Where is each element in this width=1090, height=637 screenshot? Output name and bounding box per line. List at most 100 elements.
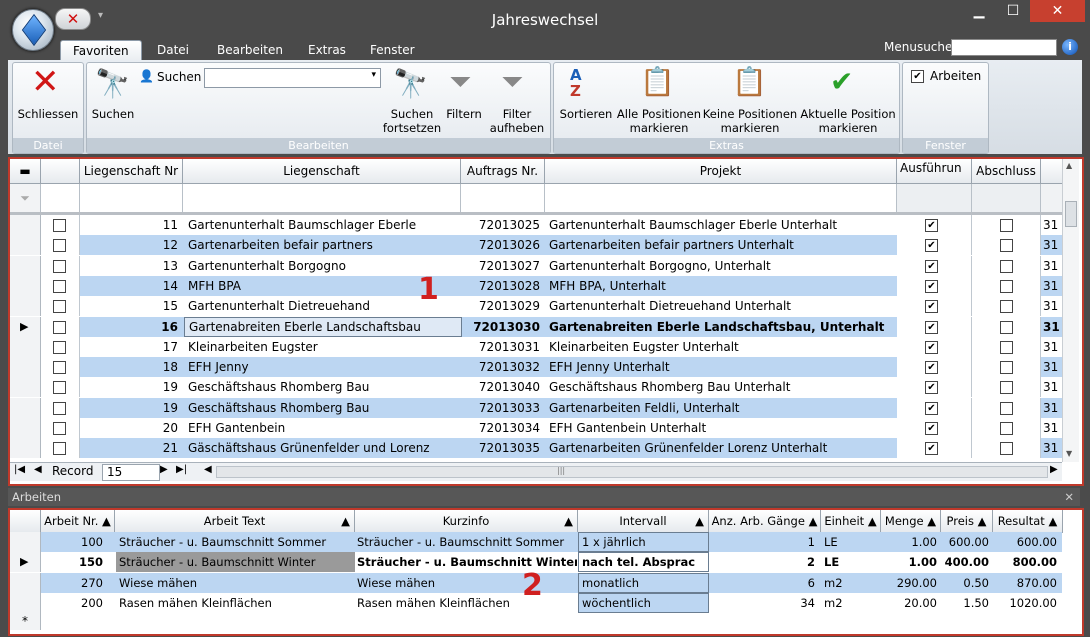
abschluss-checkbox[interactable] [1000,401,1013,415]
header-liegenschaft[interactable]: Liegenschaft [183,159,461,184]
table-row[interactable]: ▶ 16 Gartenabreiten Eberle Landschaftsbau 7… [10,316,1062,337]
table-row[interactable]: 13 Gartenunterhalt Borgogno 72013027 Garten… [10,255,1062,276]
header-menge[interactable]: Menge ▲ [881,510,941,533]
cell-kurzinfo[interactable]: Sträucher - u. Baumschnitt Sommer [357,532,577,552]
cell-anz-gaenge[interactable]: 6 [709,573,815,593]
arbeiten-checkbox[interactable]: ✔ [911,70,924,83]
cell-anz-gaenge[interactable]: 1 [709,532,815,552]
cell-liegenschaft-nr[interactable]: 20 [80,418,178,438]
table-row[interactable]: 14 MFH BPA 72013028 MFH BPA, Unterhalt ✔ 31 [10,275,1062,297]
app-menu-button[interactable] [12,9,54,51]
cell-auftrags-nr[interactable]: 72013040 [461,377,540,397]
header-resultat[interactable]: Resultat ▲ [993,510,1063,533]
schliessen-button[interactable]: Schliessen [13,107,83,121]
cell-resultat[interactable]: 800.00 [994,552,1057,572]
filter-cell[interactable] [545,184,897,212]
cell-projekt[interactable]: MFH BPA, Unterhalt [549,276,894,296]
row-select-checkbox[interactable] [53,381,66,395]
header-arbeit-text[interactable]: Arbeit Text ▲ [115,510,355,533]
scroll-up-icon[interactable]: ▲ [1066,161,1072,170]
table-row[interactable]: 100 Sträucher - u. Baumschnitt Sommer Strä… [10,532,1062,552]
header-anz-arb-gaenge[interactable]: Anz. Arb. Gänge ▲ [709,510,821,533]
header-kurzinfo[interactable]: Kurzinfo ▲ [355,510,578,533]
cell-liegenschaft[interactable]: Gäschäftshaus Grünenfelder und Lorenz [184,438,460,458]
cell-preis[interactable]: 400.00 [942,552,989,572]
ausfuehrung-checkbox[interactable]: ✔ [925,381,938,395]
cell-menge[interactable]: 1.00 [881,532,937,552]
collapse-icon[interactable]: ▬ [10,159,41,184]
cell-intervall[interactable]: nach tel. Absprac [578,552,709,573]
row-selector[interactable] [10,275,41,296]
cell-projekt[interactable]: Gartenabreiten Eberle Landschaftsbau, Un… [549,317,894,337]
row-select-checkbox[interactable] [53,259,66,273]
cell-liegenschaft-nr[interactable]: 11 [80,215,178,235]
help-icon[interactable]: i [1062,39,1078,55]
cell-projekt[interactable]: Gartenunterhalt Borgogno, Unterhalt [549,256,894,276]
close-window-button[interactable]: ✕ [1030,0,1085,22]
cell-auftrags-nr[interactable]: 72013035 [461,438,540,458]
cell-liegenschaft[interactable]: Gartenabreiten Eberle Landschaftsbau [184,316,462,337]
abschluss-checkbox[interactable] [1000,340,1013,354]
row-select-checkbox[interactable] [53,442,66,456]
cell-menge[interactable]: 20.00 [881,593,937,613]
cell-projekt[interactable]: Gartenarbeiten Grünenfelder Lorenz Unter… [549,438,894,458]
cell-auftrags-nr[interactable]: 72013034 [461,418,540,438]
cell-anz-gaenge[interactable]: 2 [709,552,815,572]
cell-einheit[interactable]: m2 [824,573,874,593]
cell-liegenschaft-nr[interactable]: 18 [80,357,178,377]
cell-extra[interactable]: 31 [1043,438,1062,458]
header-ausfuehrung[interactable]: Ausführun [897,159,972,184]
first-record-icon[interactable]: |◀ [14,464,25,475]
select-all-header[interactable] [41,159,80,184]
suchen-button[interactable]: Suchen [87,107,139,121]
cell-projekt[interactable]: Gartenunterhalt Baumschlager Eberle Unte… [549,215,894,235]
cell-auftrags-nr[interactable]: 72013032 [461,357,540,377]
abschluss-checkbox[interactable] [1000,279,1013,293]
cell-preis[interactable]: 1.50 [942,593,989,613]
row-selector[interactable] [10,336,41,357]
cell-intervall[interactable]: wöchentlich [578,592,709,613]
header-extra[interactable] [1041,159,1063,184]
abschluss-checkbox[interactable] [1000,442,1013,456]
filter-cell[interactable] [183,184,461,212]
row-select-checkbox[interactable] [53,320,66,334]
aktuelle-position-button[interactable]: Aktuelle Position markieren [798,107,898,135]
cell-liegenschaft[interactable]: Geschäftshaus Rhomberg Bau [184,398,460,418]
abschluss-checkbox[interactable] [1000,422,1013,435]
menusuche-input[interactable] [951,39,1057,56]
suchen-fortsetzen-button[interactable]: Suchen fortsetzen [377,107,447,135]
cell-auftrags-nr[interactable]: 72013029 [461,296,540,316]
abschluss-checkbox[interactable] [1000,239,1013,253]
cell-projekt[interactable]: Gartenarbeiten befair partners Unterhalt [549,235,894,255]
header-liegenschaft-nr[interactable]: Liegenschaft Nr [80,159,183,184]
cell-projekt[interactable]: EFH Jenny Unterhalt [549,357,894,377]
row-select-checkbox[interactable] [53,239,66,253]
sortieren-button[interactable]: Sortieren [554,107,618,121]
cell-liegenschaft-nr[interactable]: 15 [80,296,178,316]
row-select-checkbox[interactable] [53,361,66,375]
cell-auftrags-nr[interactable]: 72013033 [461,398,540,418]
cell-liegenschaft[interactable]: Gartenarbeiten befair partners [184,235,460,255]
filter-cell[interactable] [80,184,183,212]
cell-anz-gaenge[interactable]: 34 [709,593,815,613]
cell-liegenschaft[interactable]: EFH Jenny [184,357,460,377]
new-row-marker[interactable]: * [10,613,41,630]
panel-close-icon[interactable]: ✕ [1064,488,1074,506]
abschluss-checkbox[interactable] [1000,381,1013,395]
header-arbeit-nr[interactable]: Arbeit Nr. ▲ [41,510,115,533]
table-row[interactable]: 11 Gartenunterhalt Baumschlager Eberle 720… [10,215,1062,236]
row-selector[interactable] [10,255,41,276]
cell-arbeit-text[interactable]: Rasen mähen Kleinflächen [116,593,355,613]
ausfuehrung-checkbox[interactable]: ✔ [925,219,938,232]
cell-extra[interactable]: 31 [1043,256,1062,276]
tab-bearbeiten[interactable]: Bearbeiten [205,40,295,60]
row-selector[interactable] [10,418,41,438]
abschluss-checkbox[interactable] [1000,361,1013,375]
cell-arbeit-nr[interactable]: 150 [41,552,103,572]
table-row[interactable]: 20 EFH Gantenbein 72013034 EFH Gantenbein U… [10,418,1062,439]
minimize-button[interactable]: ▁ [962,0,996,22]
table-row[interactable]: 12 Gartenarbeiten befair partners 72013026… [10,235,1062,256]
cell-projekt[interactable]: Geschäftshaus Rhomberg Bau Unterhalt [549,377,894,397]
table-row[interactable]: 19 Geschäftshaus Rhomberg Bau 72013033 Gart… [10,397,1062,418]
tab-favoriten[interactable]: Favoriten [60,40,142,61]
